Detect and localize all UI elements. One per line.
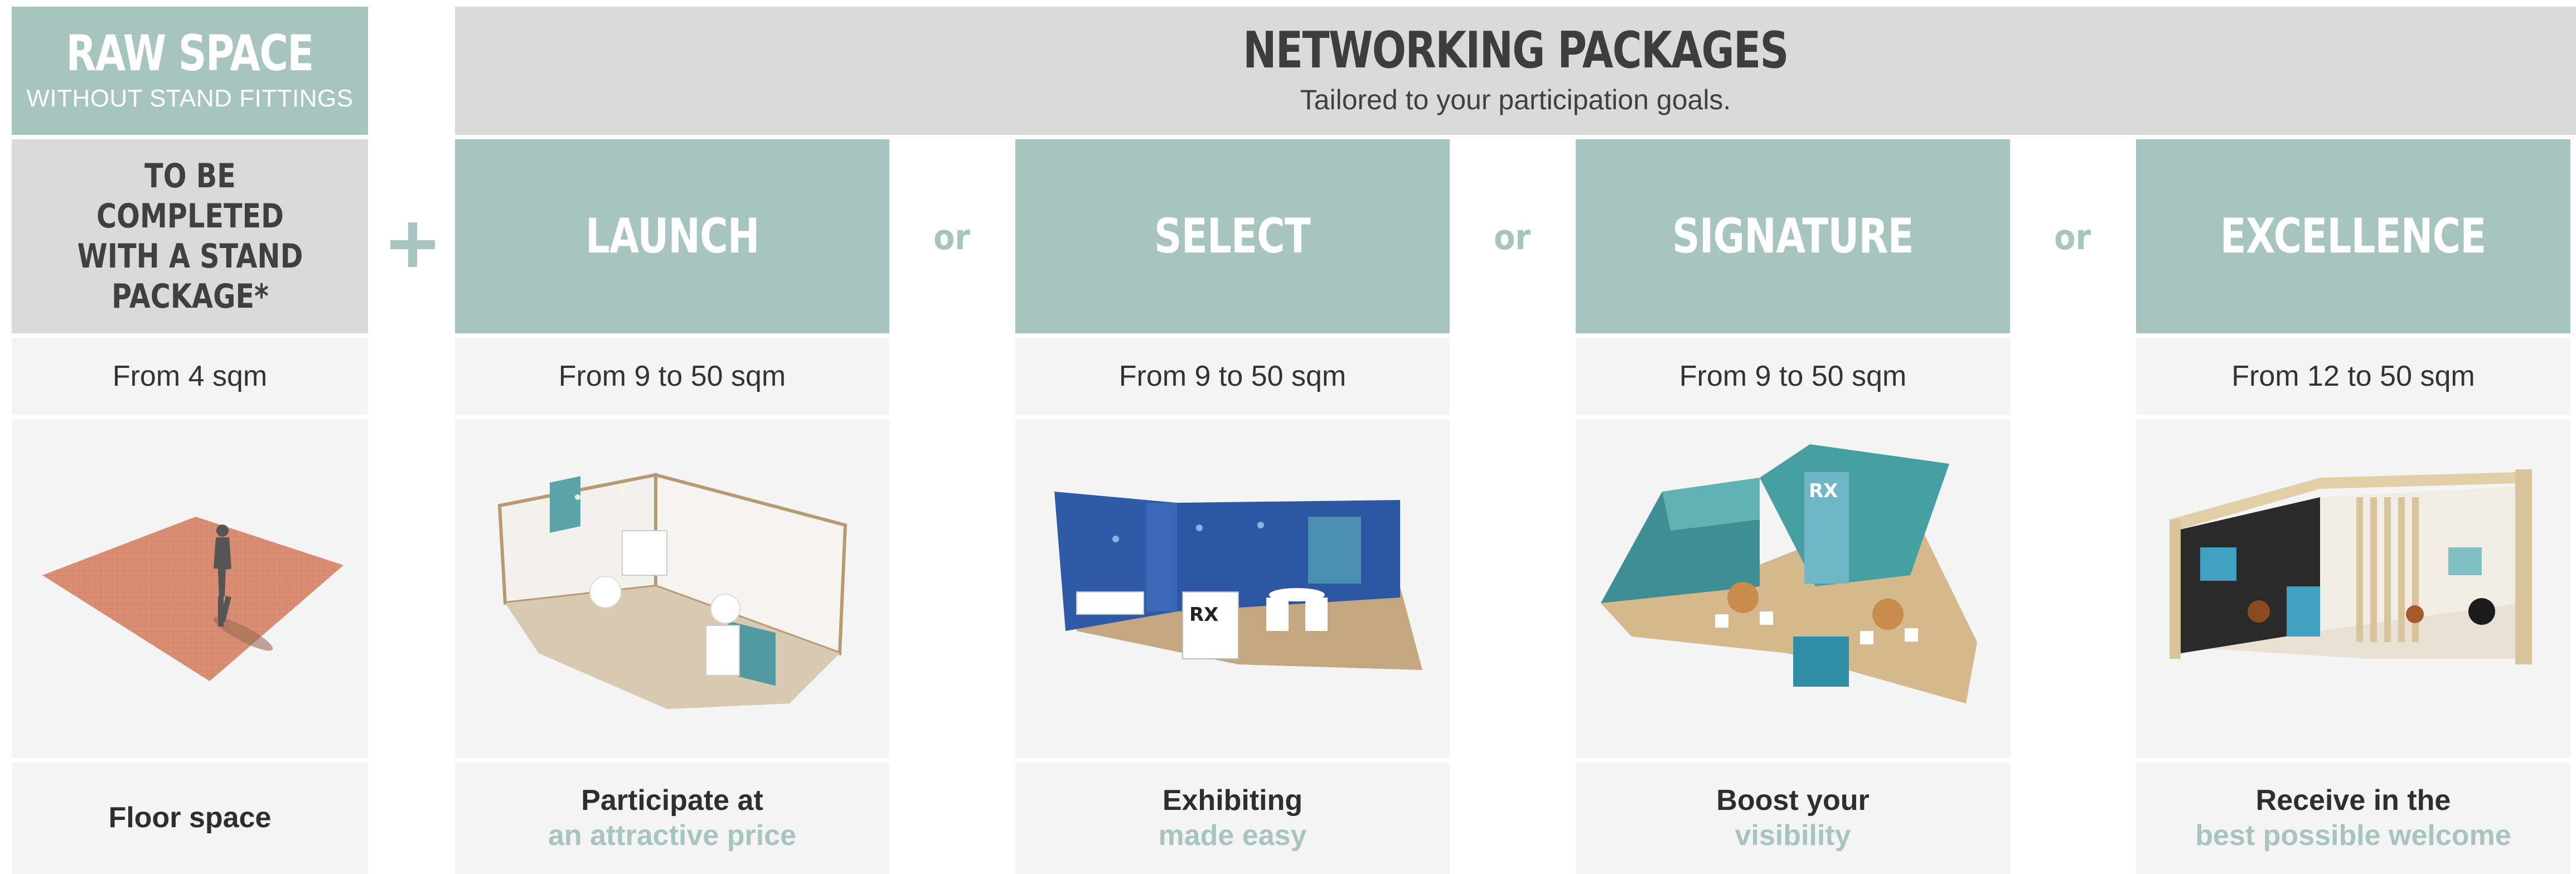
package-launch-size: From 9 to 50 sqm xyxy=(455,338,889,415)
raw-space-description: Floor space xyxy=(12,763,368,874)
raw-space-subtitle: WITHOUT STAND FITTINGS xyxy=(26,85,354,112)
package-select-title: SELECT xyxy=(1015,139,1450,333)
package-title: SIGNATURE xyxy=(1672,208,1914,264)
networking-subtitle: Tailored to your participation goals. xyxy=(1300,84,1731,115)
raw-space-size: From 4 sqm xyxy=(12,338,368,415)
networking-title: NETWORKING PACKAGES xyxy=(1243,21,1789,80)
or-separator: or xyxy=(933,216,970,258)
desc-line1: Receive in the xyxy=(2255,784,2451,817)
package-excellence-size: From 12 to 50 sqm xyxy=(2136,338,2570,415)
package-select-size: From 9 to 50 sqm xyxy=(1015,338,1450,415)
package-signature-description: Boost your visibility xyxy=(1576,763,2010,874)
package-select-description: Exhibiting made easy xyxy=(1015,763,1450,874)
desc-line1: Boost your xyxy=(1716,784,1870,817)
or-separator: or xyxy=(1494,216,1531,258)
desc-line2: made easy xyxy=(1158,819,1307,852)
desc-line2: an attractive price xyxy=(548,819,797,852)
raw-space-title-cell: TO BE COMPLETED WITH A STAND PACKAGE* xyxy=(12,139,368,333)
raw-space-package-note: TO BE COMPLETED WITH A STAND PACKAGE* xyxy=(77,157,303,316)
networking-header: NETWORKING PACKAGES Tailored to your par… xyxy=(455,7,2576,135)
package-title: SELECT xyxy=(1154,208,1311,264)
excellence-stand-illustration xyxy=(2136,419,2570,758)
signature-stand-illustration: RX xyxy=(1576,419,2010,758)
desc-line2: best possible welcome xyxy=(2195,819,2511,852)
raw-space-title: RAW SPACE xyxy=(66,25,314,82)
package-title: LAUNCH xyxy=(585,208,759,264)
package-signature-title: SIGNATURE xyxy=(1576,139,2010,333)
package-launch-title: LAUNCH xyxy=(455,139,889,333)
package-title: EXCELLENCE xyxy=(2220,208,2487,264)
launch-stand-illustration xyxy=(455,419,889,758)
package-launch-description: Participate at an attractive price xyxy=(455,763,889,874)
desc-line2: visibility xyxy=(1735,819,1851,852)
package-excellence-title: EXCELLENCE xyxy=(2136,139,2570,333)
package-excellence-description: Receive in the best possible welcome xyxy=(2136,763,2570,874)
package-signature-size: From 9 to 50 sqm xyxy=(1576,338,2010,415)
or-separator: or xyxy=(2054,216,2091,258)
plus-icon xyxy=(379,215,446,281)
floor-plan-illustration xyxy=(12,419,368,758)
rx-logo: RX xyxy=(1809,480,1838,502)
desc-line1: Participate at xyxy=(581,784,763,817)
raw-space-header: RAW SPACE WITHOUT STAND FITTINGS xyxy=(12,7,368,135)
rx-logo: RX xyxy=(1189,604,1218,626)
select-stand-illustration: RX xyxy=(1015,419,1450,758)
raw-space-desc-line1: Floor space xyxy=(108,802,272,834)
desc-line1: Exhibiting xyxy=(1162,784,1303,817)
